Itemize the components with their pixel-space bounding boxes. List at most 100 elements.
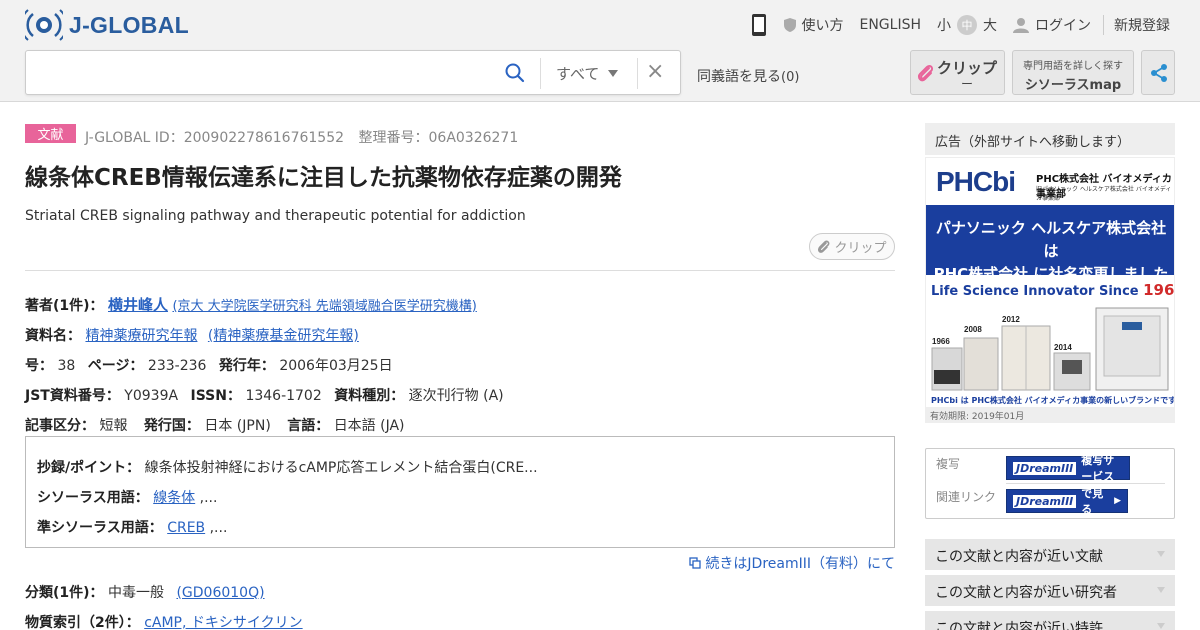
share-button[interactable]	[1141, 50, 1175, 95]
search-divider-2	[637, 58, 638, 89]
copy-service-button[interactable]: JDreamIII 複写サービス	[1006, 454, 1130, 483]
jdream-view-button[interactable]: JDreamIII で見る ▶	[1006, 487, 1128, 516]
ad-tagline-year: 1966	[1143, 281, 1175, 299]
font-size-small[interactable]: 小	[937, 15, 951, 35]
search-input[interactable]	[36, 57, 506, 89]
ad-tagline-text: Life Science Innovator Since	[931, 284, 1144, 299]
abstract-label: 抄録/ポイント：	[37, 460, 141, 476]
nav-english[interactable]: ENGLISH	[859, 17, 921, 33]
ad-tagline: Life Science Innovator Since 1966	[931, 281, 1175, 299]
thesaurus-small-label: 専門用語を詳しく探す	[1023, 61, 1123, 72]
abstract-value: 線条体投射神経におけるcAMP応答エレメント結合蛋白(CRE...	[144, 460, 538, 476]
nav-login[interactable]: ログイン	[1013, 15, 1091, 35]
chevron-right-icon: ▶	[1114, 496, 1121, 506]
copy-service-label: 複写サービス	[1081, 454, 1115, 483]
thesaurus-row: シソーラス用語： 線条体 ,...	[37, 487, 217, 507]
divider	[25, 270, 895, 271]
doc-type-badge: 文献	[25, 124, 76, 143]
nav-register[interactable]: 新規登録	[1114, 15, 1170, 35]
jdream-view-label: で見る	[1081, 487, 1104, 516]
related-patents-label: この文献と内容が近い特許	[935, 621, 1103, 630]
country-value: 日本 (JPN)	[204, 418, 271, 434]
synonym-label: 同義語を見る	[697, 69, 781, 85]
copy-label: 複写	[936, 457, 961, 471]
panel-divider	[1006, 483, 1165, 484]
font-size-mid[interactable]: 中	[957, 15, 977, 35]
nav-login-label: ログイン	[1035, 18, 1091, 34]
share-icon	[1151, 64, 1167, 82]
sub-thesaurus-label: 準シソーラス用語：	[37, 520, 163, 536]
sub-thesaurus-term-link[interactable]: CREB	[167, 520, 205, 536]
ad-line-1: パナソニック ヘルスケア株式会社 は	[935, 219, 1167, 260]
chevron-down-icon	[608, 70, 619, 77]
substance-link[interactable]: cAMP, ドキシサイクリン	[144, 615, 302, 630]
synonym-link[interactable]: 同義語を見る(0)	[697, 66, 799, 86]
thesaurus-term-link[interactable]: 線条体	[153, 490, 195, 506]
thesaurus-map-button[interactable]: 専門用語を詳しく探す シソーラスmap	[1012, 50, 1134, 95]
issue-row: 号： 38 ページ： 233-236 発行年： 2006年03月25日	[25, 355, 393, 375]
related-researchers-accordion[interactable]: この文献と内容が近い研究者	[925, 575, 1175, 606]
year-value: 2006年03月25日	[279, 358, 393, 374]
sub-thesaurus-more: ,...	[209, 520, 228, 536]
mobile-icon[interactable]	[751, 13, 767, 37]
copy-service-panel: 複写 JDreamIII 複写サービス 関連リンク JDreamIII で見る …	[925, 448, 1175, 519]
search-divider	[540, 58, 541, 89]
ad-year-2008: 2008	[964, 325, 982, 334]
ad-product-illustration: 1966 2008 2012 2014	[926, 298, 1174, 396]
issn-value: 1346-1702	[245, 388, 322, 404]
close-icon[interactable]: ×	[646, 59, 664, 84]
jdream-logo: JDreamIII	[1013, 461, 1077, 475]
page-title: 線条体CREB情報伝達系に注目した抗薬物依存症薬の開発	[25, 165, 622, 191]
jdream-more-link[interactable]: 続きはJDreamIII（有料）にて	[689, 553, 895, 573]
author-affiliation-link[interactable]: (京大 大学院医学研究科 先端領域融合医学研究機構)	[172, 299, 476, 314]
site-logo[interactable]: J-GLOBAL	[25, 9, 189, 41]
issue-value: 38	[57, 358, 76, 374]
kind-label: 記事区分：	[25, 418, 95, 434]
related-researchers-label: この文献と内容が近い研究者	[935, 585, 1117, 601]
author-link[interactable]: 横井峰人	[108, 296, 168, 314]
ad-year-2014: 2014	[1054, 343, 1072, 352]
ad-year-2012: 2012	[1002, 315, 1020, 324]
type-value: 逐次刊行物 (A)	[408, 388, 504, 404]
classification-value: 中毒一般	[108, 585, 164, 601]
chevron-down-icon	[1157, 623, 1165, 629]
paperclip-icon	[917, 64, 934, 82]
search-scope-select[interactable]: すべて	[556, 63, 619, 84]
nav-divider	[1103, 15, 1104, 35]
search-icon[interactable]	[504, 62, 526, 84]
ad-banner[interactable]: PHCbi PHC株式会社 バイオメディカ事業部 旧パナソニック ヘルスケア株式…	[925, 157, 1175, 423]
thesaurus-big-label: シソーラスmap	[1024, 78, 1122, 93]
ad-header: 広告（外部サイトへ移動します）	[925, 123, 1175, 155]
logo-text: J-GLOBAL	[69, 11, 189, 38]
clip-small-label: クリップ	[834, 241, 887, 256]
chevron-down-icon	[1157, 551, 1165, 557]
classification-code-link[interactable]: (GD06010Q)	[176, 585, 264, 601]
related-patents-accordion[interactable]: この文献と内容が近い特許	[925, 611, 1175, 630]
ad-brand-logo: PHCbi	[936, 166, 1016, 197]
clip-count: ー	[961, 77, 974, 91]
authors-row: 著者(1件)： 横井峰人 (京大 大学院医学研究科 先端領域融合医学研究機構)	[25, 294, 477, 315]
user-icon	[1013, 18, 1029, 33]
page-label: ページ：	[87, 358, 144, 374]
page-value: 233-236	[147, 358, 207, 374]
source-link[interactable]: 精神薬療研究年報	[85, 328, 197, 344]
related-docs-accordion[interactable]: この文献と内容が近い文献	[925, 539, 1175, 570]
clip-small-button[interactable]: クリップ	[809, 233, 895, 260]
jdream-logo: JDreamIII	[1013, 494, 1077, 508]
nav-usage[interactable]: 使い方	[783, 15, 843, 35]
issn-label: ISSN：	[190, 388, 241, 404]
source-alt-link[interactable]: (精神薬療基金研究年報)	[208, 328, 359, 344]
reference-number: 整理番号：06A0326271	[358, 130, 519, 146]
ad-footer-text: PHCbi は PHC株式会社 バイオメディカ事業の新しいブランドです	[931, 396, 1175, 405]
year-label: 発行年：	[218, 358, 275, 374]
clip-button[interactable]: クリップ ー	[910, 50, 1005, 95]
ad-company-former: 旧パナソニック ヘルスケア株式会社 バイオメディカ事業部	[1036, 186, 1172, 202]
jglobal-id: J-GLOBAL ID：200902278616761552	[85, 130, 345, 146]
authors-label: 著者(1件)：	[25, 298, 104, 314]
ad-year-1966: 1966	[932, 337, 950, 346]
font-size-large[interactable]: 大	[983, 15, 997, 35]
thesaurus-label: シソーラス用語：	[37, 490, 149, 506]
search-box: すべて ×	[25, 50, 681, 95]
country-label: 発行国：	[143, 418, 200, 434]
radio-waves-icon	[25, 9, 63, 41]
